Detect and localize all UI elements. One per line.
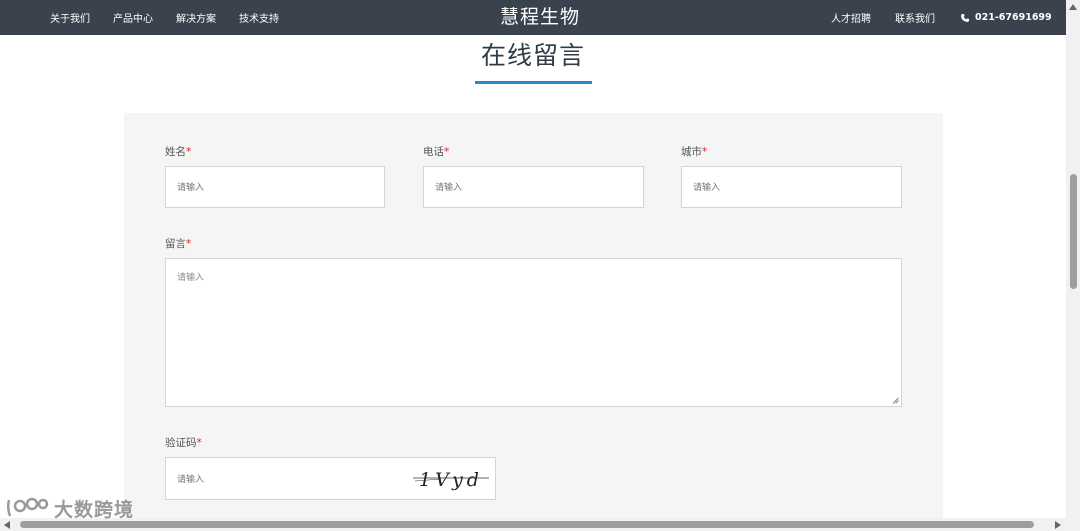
watermark-logo-icon — [6, 497, 49, 517]
phone-input[interactable] — [423, 166, 644, 208]
scroll-up-arrow-icon[interactable] — [1069, 4, 1077, 10]
nav-link-solutions[interactable]: 解决方案 — [176, 10, 216, 25]
title-underline — [475, 81, 592, 84]
captcha-input[interactable] — [177, 463, 387, 494]
nav-left-links: 关于我们 产品中心 解决方案 技术支持 — [50, 0, 302, 35]
nav-link-about[interactable]: 关于我们 — [50, 10, 90, 25]
message-label: 留言* — [165, 236, 191, 251]
nav-right-links: 人才招聘 联系我们 021-67691699 — [831, 0, 1052, 35]
brand-logo[interactable]: 慧程生物 — [498, 4, 582, 30]
horizontal-scrollbar[interactable] — [0, 518, 1066, 531]
vertical-scrollbar[interactable] — [1066, 0, 1080, 531]
captcha-text: 1Vyd — [419, 469, 483, 491]
captcha-label-text: 验证码 — [165, 437, 197, 449]
vertical-scroll-thumb[interactable] — [1070, 174, 1077, 289]
city-label-text: 城市 — [681, 146, 702, 158]
phone-label: 电话* — [423, 144, 449, 159]
required-mark: * — [186, 146, 192, 158]
name-label: 姓名* — [165, 144, 191, 159]
scroll-left-arrow-icon[interactable] — [4, 521, 10, 529]
name-input[interactable] — [165, 166, 385, 208]
phone-icon — [961, 13, 969, 22]
message-textarea[interactable]: 请输入 — [165, 258, 902, 407]
page-title: 在线留言 — [480, 41, 585, 70]
required-mark: * — [702, 146, 708, 158]
message-label-text: 留言 — [165, 238, 186, 250]
city-input[interactable] — [681, 166, 902, 208]
resize-grip-icon[interactable] — [892, 397, 899, 404]
horizontal-scroll-thumb[interactable] — [20, 521, 1034, 528]
nav-link-contact[interactable]: 联系我们 — [895, 10, 935, 25]
message-form: 姓名* 电话* 城市* 留言* 请输入 验证码* 1Vyd — [124, 113, 943, 531]
nav-link-support[interactable]: 技术支持 — [239, 10, 279, 25]
message-placeholder: 请输入 — [177, 273, 205, 283]
phone-number: 021-67691699 — [975, 12, 1052, 23]
required-mark: * — [444, 146, 450, 158]
watermark: 大数跨境 — [6, 494, 134, 522]
nav-link-careers[interactable]: 人才招聘 — [831, 10, 871, 25]
nav-phone[interactable]: 021-67691699 — [960, 12, 1052, 23]
city-label: 城市* — [681, 144, 707, 159]
nav-link-products[interactable]: 产品中心 — [113, 10, 153, 25]
required-mark: * — [196, 437, 202, 449]
watermark-text: 大数跨境 — [54, 498, 135, 521]
required-mark: * — [186, 238, 192, 250]
scroll-right-arrow-icon[interactable] — [1055, 521, 1061, 529]
captcha-image[interactable]: 1Vyd — [411, 466, 491, 492]
name-label-text: 姓名 — [165, 146, 186, 158]
top-navbar: 关于我们 产品中心 解决方案 技术支持 慧程生物 人才招聘 联系我们 021-6… — [0, 0, 1080, 35]
captcha-label: 验证码* — [165, 435, 202, 450]
captcha-field: 1Vyd — [165, 457, 496, 500]
phone-label-text: 电话 — [423, 146, 444, 158]
